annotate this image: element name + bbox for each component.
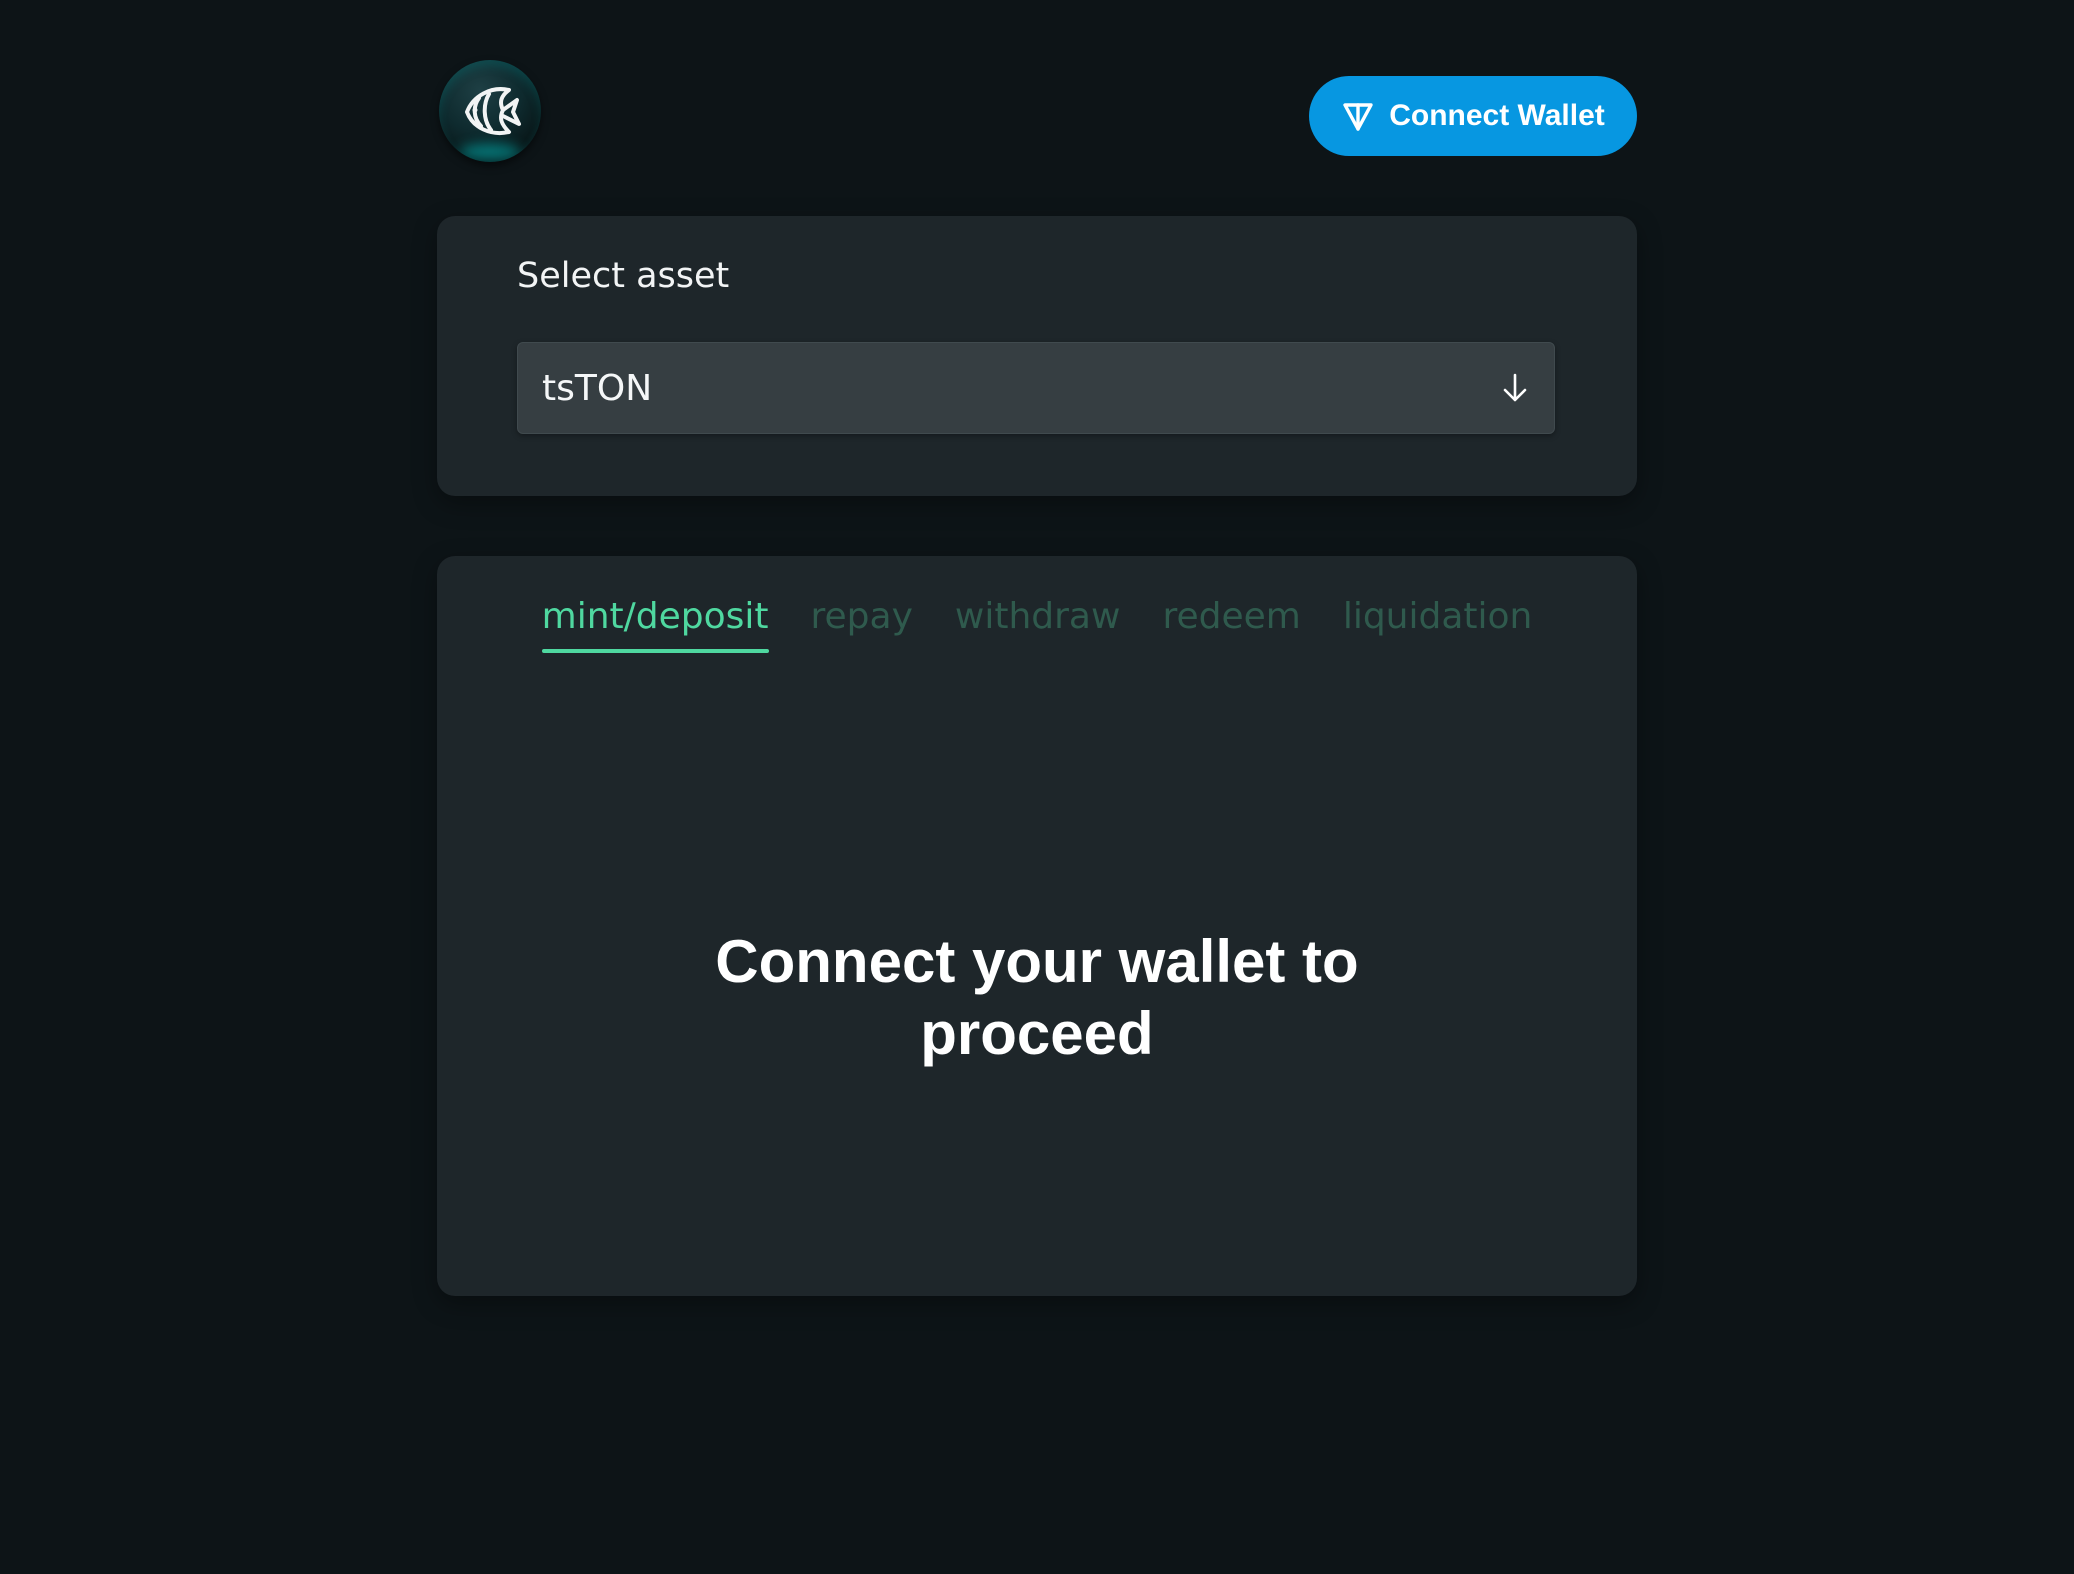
asset-select-dropdown[interactable]: tsTON xyxy=(517,342,1555,434)
connect-prompt-text: Connect your wallet to proceed xyxy=(715,928,1359,1067)
asset-selected-value: tsTON xyxy=(542,367,653,409)
connect-wallet-button[interactable]: Connect Wallet xyxy=(1309,76,1637,156)
fish-logo-icon xyxy=(465,87,521,135)
tab-repay[interactable]: repay xyxy=(811,596,913,647)
connect-prompt: Connect your wallet to proceed xyxy=(437,926,1637,1070)
action-tabs: mint/deposit repay withdraw redeem liqui… xyxy=(437,596,1637,653)
tab-redeem[interactable]: redeem xyxy=(1162,596,1300,647)
action-card: mint/deposit repay withdraw redeem liqui… xyxy=(437,556,1637,1296)
tab-liquidation[interactable]: liquidation xyxy=(1343,596,1533,647)
arrow-down-icon xyxy=(1503,373,1527,402)
app-logo[interactable] xyxy=(439,60,541,162)
ton-diamond-icon xyxy=(1343,103,1373,131)
tab-mint-deposit[interactable]: mint/deposit xyxy=(541,596,769,653)
select-asset-label: Select asset xyxy=(517,256,730,296)
asset-card: Select asset tsTON xyxy=(437,216,1637,496)
connect-wallet-label: Connect Wallet xyxy=(1389,99,1605,132)
header: Connect Wallet xyxy=(437,60,1637,164)
tab-withdraw[interactable]: withdraw xyxy=(955,596,1121,647)
page-container: Connect Wallet Select asset tsTON mint/d… xyxy=(437,0,1637,1574)
